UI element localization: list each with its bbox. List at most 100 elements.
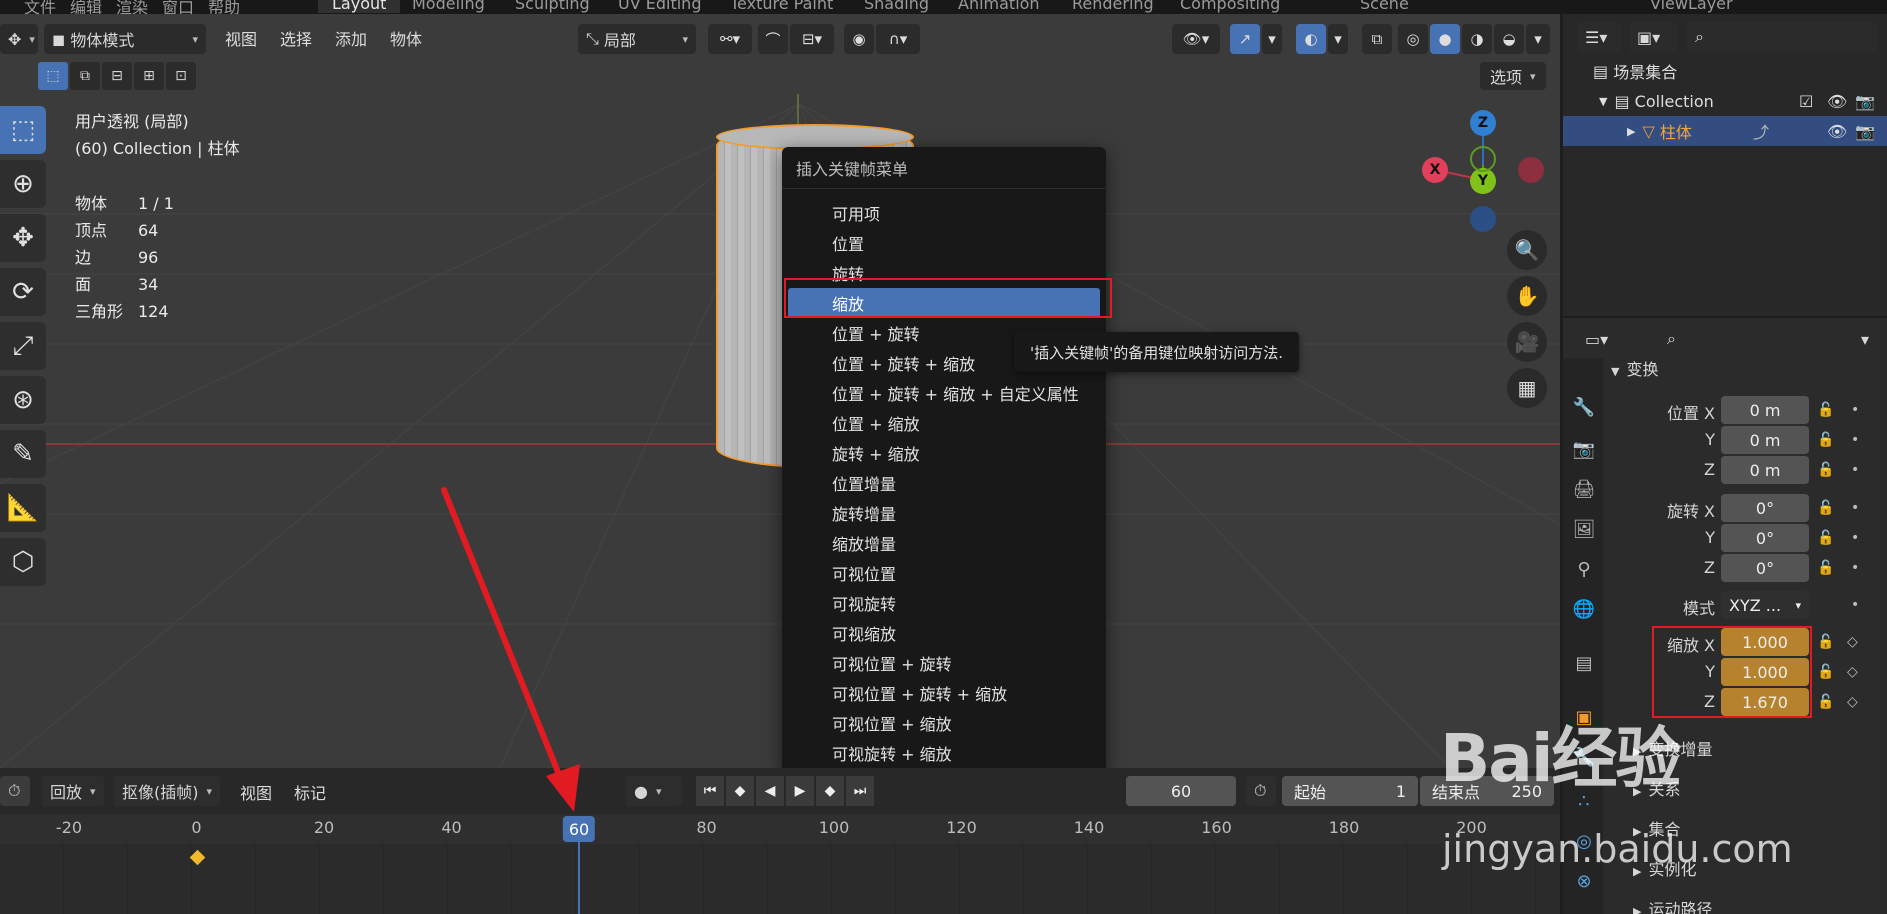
- scale-y-field[interactable]: 1.000: [1721, 658, 1809, 686]
- falloff-icon[interactable]: ∩▾: [876, 24, 920, 54]
- menu-item[interactable]: 可视位置: [782, 558, 1106, 588]
- lock-icon[interactable]: 🔓: [1817, 500, 1834, 516]
- tab-animation[interactable]: Animation: [958, 0, 1040, 13]
- menu-item[interactable]: 可视缩放: [782, 618, 1106, 648]
- rendered-shading-icon[interactable]: ◒: [1494, 24, 1524, 54]
- camera-icon[interactable]: 🎥: [1507, 322, 1547, 362]
- solid-shading-icon[interactable]: ●: [1430, 24, 1460, 54]
- select-new-icon[interactable]: ⬚: [38, 62, 68, 90]
- pan-hand-icon[interactable]: ✋: [1507, 276, 1547, 316]
- add-cube-icon[interactable]: ⬡: [0, 538, 46, 586]
- gizmo-z-axis[interactable]: Z: [1470, 110, 1496, 136]
- orientation-dropdown[interactable]: ⤡ 局部 ▾: [578, 24, 696, 54]
- select-invert-icon[interactable]: ⊞: [134, 62, 164, 90]
- keyframe-dot-icon[interactable]: •: [1851, 402, 1859, 418]
- tab-modeling[interactable]: Modeling: [412, 0, 485, 13]
- menu-item[interactable]: 缩放: [788, 288, 1100, 318]
- location-z-field[interactable]: 0 m: [1721, 456, 1809, 484]
- options-dropdown[interactable]: 选项 ▾: [1480, 62, 1546, 90]
- outliner-search-input[interactable]: ⌕: [1687, 22, 1877, 52]
- gizmo-x-axis[interactable]: X: [1422, 157, 1448, 183]
- editor-type-button[interactable]: ▭▾: [1577, 324, 1621, 354]
- camera-icon[interactable]: 📷: [1855, 92, 1875, 111]
- gizmo-neg-z[interactable]: [1470, 206, 1496, 232]
- menu-item[interactable]: 可视旋转: [782, 588, 1106, 618]
- start-frame-field[interactable]: 起始 1: [1282, 776, 1418, 806]
- editor-type-button[interactable]: ☰▾: [1577, 22, 1621, 52]
- wireframe-shading-icon[interactable]: ◎: [1398, 24, 1428, 54]
- menu-view[interactable]: 视图: [225, 26, 257, 50]
- menu-edit[interactable]: 编辑: [70, 0, 102, 14]
- scale-x-field[interactable]: 1.000: [1721, 628, 1809, 656]
- material-shading-icon[interactable]: ◑: [1462, 24, 1492, 54]
- timeline-area[interactable]: [0, 844, 1560, 914]
- checkbox-icon[interactable]: ☑: [1799, 92, 1813, 111]
- mode-dropdown[interactable]: ◼ 物体模式 ▾: [44, 24, 206, 54]
- keyframe-dot-icon[interactable]: •: [1851, 432, 1859, 448]
- prev-keyframe-icon[interactable]: ◆: [726, 776, 754, 806]
- menu-add[interactable]: 添加: [335, 26, 367, 50]
- keyframe-diamond-icon[interactable]: ◇: [1847, 694, 1858, 710]
- render-tab-icon[interactable]: 📷: [1569, 434, 1599, 464]
- cursor-icon[interactable]: ⊕: [0, 160, 46, 208]
- world-tab-icon[interactable]: 🌐: [1569, 594, 1599, 624]
- outliner-scene-collection[interactable]: ▤ 场景集合: [1563, 56, 1887, 86]
- play-reverse-icon[interactable]: ◀: [756, 776, 784, 806]
- scene-tab-icon[interactable]: ⚲: [1569, 554, 1599, 584]
- lock-icon[interactable]: 🔓: [1817, 694, 1834, 710]
- expand-icon[interactable]: ▶: [1627, 125, 1642, 138]
- pivot-icon[interactable]: ⚯▾: [708, 24, 752, 54]
- lock-icon[interactable]: 🔓: [1817, 402, 1834, 418]
- keying-dropdown[interactable]: 抠像(插帧) ▾: [114, 776, 221, 806]
- keyframe-dot-icon[interactable]: •: [1851, 597, 1859, 613]
- editor-type-button[interactable]: ⏱: [0, 776, 30, 806]
- menu-item[interactable]: 旋转增量: [782, 498, 1106, 528]
- measure-icon[interactable]: 📐: [0, 484, 46, 532]
- next-keyframe-icon[interactable]: ◆: [816, 776, 844, 806]
- navigation-gizmo[interactable]: Z X Y: [1420, 110, 1544, 232]
- eye-icon[interactable]: 👁: [1827, 92, 1847, 111]
- view-layer-name[interactable]: ViewLayer: [1650, 0, 1733, 13]
- motion-paths-section[interactable]: ▶ 运动路径: [1633, 896, 1712, 914]
- tab-sculpting[interactable]: Sculpting: [515, 0, 590, 13]
- tab-uv-editing[interactable]: UV Editing: [618, 0, 701, 13]
- transform-icon[interactable]: ⊛: [0, 376, 46, 424]
- timeline-menu-view[interactable]: 视图: [240, 780, 272, 804]
- proportional-edit-icon[interactable]: ◉: [844, 24, 874, 54]
- chevron-down-icon[interactable]: ▾: [1328, 24, 1348, 54]
- select-extend-icon[interactable]: ⧉: [70, 62, 100, 90]
- menu-item[interactable]: 位置 + 缩放: [782, 408, 1106, 438]
- camera-icon[interactable]: 📷: [1855, 122, 1875, 141]
- menu-item[interactable]: 缩放增量: [782, 528, 1106, 558]
- properties-search-input[interactable]: ⌕: [1659, 324, 1839, 354]
- lock-icon[interactable]: 🔓: [1817, 664, 1834, 680]
- 3d-viewport[interactable]: ✥ ▾ ◼ 物体模式 ▾ 视图 选择 添加 物体 ⤡ 局部 ▾ ⚯▾ ⌒ ⊟▾ ◉…: [0, 14, 1560, 768]
- keyframe-dot-icon[interactable]: •: [1851, 560, 1859, 576]
- scene-name[interactable]: Scene: [1360, 0, 1409, 13]
- tab-shading[interactable]: Shading: [864, 0, 929, 13]
- zoom-icon[interactable]: 🔍: [1507, 230, 1547, 270]
- auto-keying-button[interactable]: ● ▾: [626, 776, 682, 806]
- rotation-mode-dropdown[interactable]: XYZ ... ▾: [1721, 591, 1809, 619]
- location-y-field[interactable]: 0 m: [1721, 426, 1809, 454]
- select-box-icon[interactable]: ⬚: [0, 106, 46, 154]
- keyframe-diamond-icon[interactable]: ◇: [1847, 634, 1858, 650]
- eye-icon[interactable]: 👁: [1827, 122, 1847, 141]
- chevron-down-icon[interactable]: ▾: [1853, 324, 1881, 354]
- lock-icon[interactable]: 🔓: [1817, 462, 1834, 478]
- menu-render[interactable]: 渲染: [116, 0, 148, 14]
- overlay-toggle-icon[interactable]: ◐: [1296, 24, 1326, 54]
- collection-tab-icon[interactable]: ▤: [1569, 648, 1599, 678]
- menu-item[interactable]: 可视位置 + 旋转: [782, 648, 1106, 678]
- current-frame-field[interactable]: 60: [1126, 776, 1236, 806]
- menu-file[interactable]: 文件: [24, 0, 56, 14]
- menu-object[interactable]: 物体: [390, 26, 422, 50]
- location-x-field[interactable]: 0 m: [1721, 396, 1809, 424]
- keyframe-dot-icon[interactable]: •: [1851, 462, 1859, 478]
- annotate-icon[interactable]: ✎: [0, 430, 46, 478]
- snap-icon[interactable]: ⌒: [758, 24, 788, 54]
- rotation-y-field[interactable]: 0°: [1721, 524, 1809, 552]
- lock-icon[interactable]: 🔓: [1817, 560, 1834, 576]
- move-icon[interactable]: ✥: [0, 214, 46, 262]
- chevron-down-icon[interactable]: ▾: [1262, 24, 1282, 54]
